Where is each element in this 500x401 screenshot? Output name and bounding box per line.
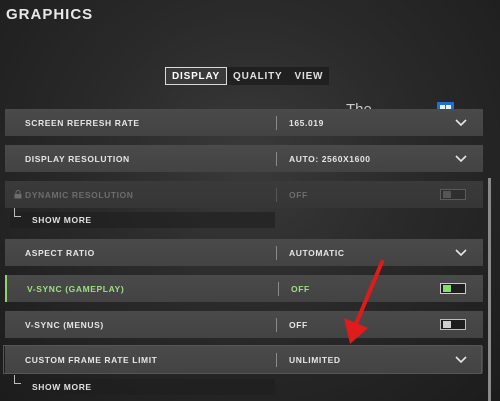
setting-label: V-SYNC (GAMEPLAY) (27, 283, 125, 294)
setting-value: AUTOMATIC (289, 247, 345, 258)
divider (276, 353, 277, 367)
vsync-gameplay-toggle[interactable] (440, 283, 466, 294)
tab-display[interactable]: DISPLAY (165, 67, 228, 85)
tree-connector (14, 375, 21, 384)
divider (276, 152, 277, 166)
show-more-button[interactable]: SHOW MORE (10, 208, 275, 228)
setting-label: SCREEN REFRESH RATE (25, 117, 140, 128)
show-more-label: SHOW MORE (32, 382, 92, 392)
dynamic-resolution-toggle (440, 189, 466, 200)
divider (276, 246, 277, 260)
divider (276, 188, 277, 202)
setting-display-resolution[interactable]: DISPLAY RESOLUTION AUTO: 2560X1600 (5, 145, 483, 172)
setting-label: V-SYNC (MENUS) (25, 319, 104, 330)
setting-screen-refresh-rate[interactable]: SCREEN REFRESH RATE 165.019 (5, 109, 483, 136)
setting-value: 165.019 (289, 117, 324, 128)
scrollbar[interactable] (488, 178, 491, 401)
setting-vsync-gameplay[interactable]: V-SYNC (GAMEPLAY) OFF (5, 275, 483, 302)
tab-bar: DISPLAY QUALITY VIEW (165, 67, 330, 85)
tab-quality[interactable]: QUALITY (227, 67, 289, 85)
divider (276, 318, 277, 332)
setting-label: DYNAMIC RESOLUTION (25, 189, 134, 200)
page-title: GRAPHICS (6, 6, 94, 23)
setting-value: AUTO: 2560X1600 (289, 153, 371, 164)
setting-label: ASPECT RATIO (25, 247, 95, 258)
show-more-button[interactable]: SHOW MORE (10, 375, 275, 395)
chevron-down-icon[interactable] (455, 117, 467, 127)
show-more-label: SHOW MORE (32, 215, 92, 225)
setting-custom-frame-rate-limit[interactable]: CUSTOM FRAME RATE LIMIT UNLIMITED (5, 346, 483, 373)
vsync-menus-toggle[interactable] (440, 319, 466, 330)
chevron-down-icon[interactable] (455, 247, 467, 257)
lock-icon (14, 190, 22, 199)
setting-value: UNLIMITED (289, 354, 341, 365)
chevron-down-icon[interactable] (455, 153, 467, 163)
toggle-knob (443, 285, 451, 292)
chevron-down-icon[interactable] (455, 354, 467, 364)
setting-aspect-ratio[interactable]: ASPECT RATIO AUTOMATIC (5, 239, 483, 266)
toggle-knob (443, 321, 451, 328)
setting-dynamic-resolution: DYNAMIC RESOLUTION OFF (5, 181, 483, 208)
setting-value: OFF (291, 283, 310, 294)
setting-value: OFF (289, 319, 308, 330)
divider (278, 282, 279, 296)
setting-vsync-menus[interactable]: V-SYNC (MENUS) OFF (5, 311, 483, 338)
setting-label: DISPLAY RESOLUTION (25, 153, 130, 164)
toggle-knob (443, 191, 451, 198)
divider (276, 116, 277, 130)
setting-value: OFF (289, 189, 308, 200)
tab-view[interactable]: VIEW (289, 67, 330, 85)
tree-connector (14, 208, 21, 217)
setting-label: CUSTOM FRAME RATE LIMIT (25, 354, 158, 365)
